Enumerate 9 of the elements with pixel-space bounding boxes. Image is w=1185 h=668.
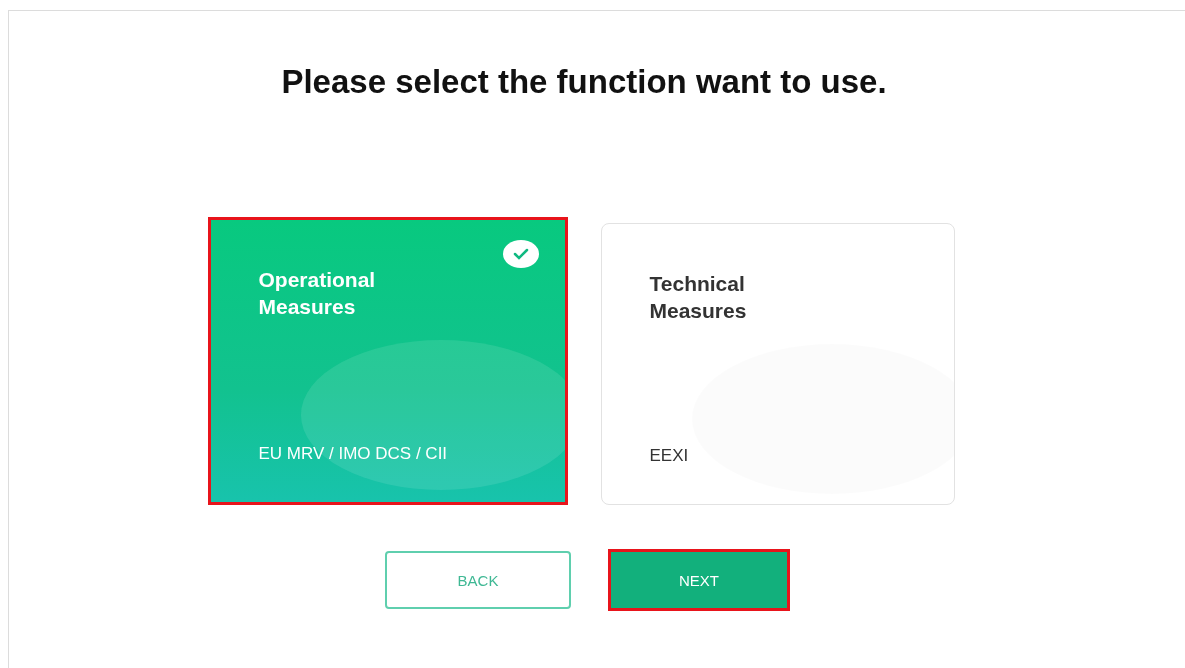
next-button[interactable]: NEXT	[611, 552, 787, 608]
option-title: Operational Measures	[258, 267, 377, 320]
option-subtitle: EU MRV / IMO DCS / CII	[258, 444, 449, 464]
option-card[interactable]: Operational Measures EU MRV / IMO DCS / CII	[210, 220, 565, 502]
option-title: Technical Measures	[649, 271, 748, 324]
option-subtitle: EEXI	[649, 446, 690, 466]
page-heading: Please select the function want to use.	[281, 63, 887, 101]
option-card[interactable]: Technical Measures EEXI	[600, 223, 955, 505]
back-button[interactable]: BACK	[385, 551, 571, 609]
